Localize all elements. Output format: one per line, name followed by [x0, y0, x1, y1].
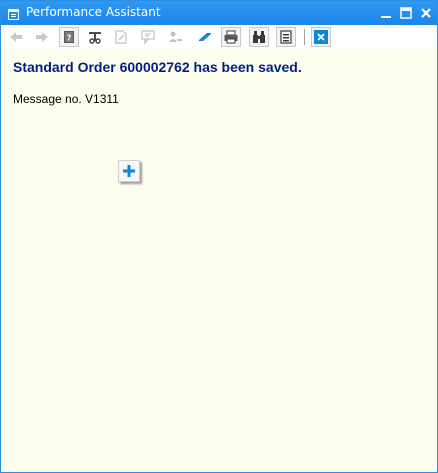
glossary-button[interactable]	[138, 27, 158, 47]
expand-button[interactable]	[118, 160, 140, 182]
edit-document-icon	[115, 30, 127, 44]
eraser-icon	[199, 33, 211, 41]
print-button[interactable]	[221, 27, 241, 47]
maximize-button[interactable]	[398, 5, 414, 21]
close-help-button[interactable]	[311, 27, 331, 47]
print-icon	[224, 30, 238, 44]
find-icon	[253, 31, 265, 43]
document-list-button[interactable]	[276, 27, 296, 47]
window-title: Performance Assistant	[26, 5, 161, 19]
technical-info-button[interactable]	[85, 27, 105, 47]
minimize-button[interactable]	[378, 5, 394, 21]
minimize-icon	[381, 16, 391, 18]
toolbar-separator	[304, 29, 305, 45]
plus-icon	[123, 165, 135, 177]
user-settings-button[interactable]	[165, 27, 185, 47]
title-bar[interactable]: Performance Assistant	[1, 1, 437, 25]
close-icon	[421, 8, 431, 18]
message-number: Message no. V1311	[13, 92, 119, 106]
svg-text:?: ?	[67, 34, 72, 43]
edit-document-button[interactable]	[111, 27, 131, 47]
toolbar: ?	[1, 25, 437, 49]
user-settings-icon	[169, 31, 182, 42]
close-help-icon	[314, 30, 328, 44]
help-book-button[interactable]: ?	[59, 27, 79, 47]
eraser-button[interactable]	[195, 27, 215, 47]
glossary-icon	[141, 30, 155, 45]
message-content: Standard Order 600002762 has been saved.…	[1, 49, 437, 472]
window-icon	[8, 7, 19, 20]
message-title: Standard Order 600002762 has been saved.	[13, 59, 302, 75]
help-book-icon: ?	[64, 31, 74, 43]
forward-button[interactable]	[32, 27, 52, 47]
close-button[interactable]	[418, 5, 434, 21]
back-button[interactable]	[6, 27, 26, 47]
find-button[interactable]	[249, 27, 269, 47]
technical-info-icon	[89, 32, 101, 44]
performance-assistant-window: Performance Assistant ? Standard Order 6…	[0, 0, 438, 473]
forward-icon	[36, 32, 48, 42]
document-list-icon	[280, 30, 292, 44]
maximize-icon	[400, 7, 412, 19]
back-icon	[10, 32, 22, 42]
